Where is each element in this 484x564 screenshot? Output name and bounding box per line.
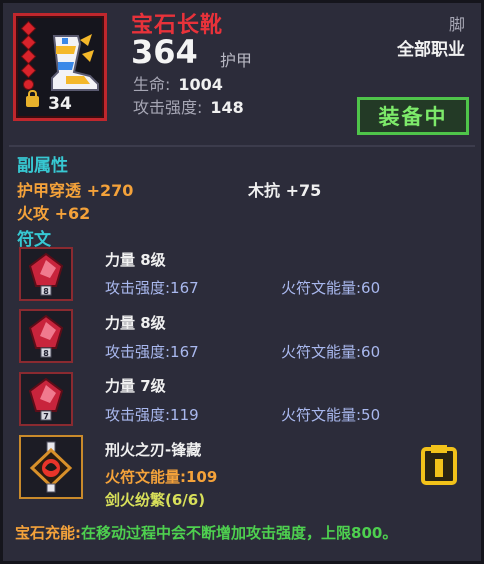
rune-badge: 7 <box>43 412 49 421</box>
rune-energy: 火符文能量:60 <box>281 343 381 361</box>
socket-gem-icon <box>24 80 33 89</box>
clipboard-icon[interactable] <box>421 443 457 485</box>
equip-slot: 脚 <box>448 15 465 34</box>
rune-attack: 攻击强度:167 <box>105 279 199 297</box>
legendary-rune-slot[interactable] <box>19 435 83 499</box>
rune-slot[interactable]: 8 <box>19 309 73 363</box>
rune-attack: 攻击强度:119 <box>105 406 199 424</box>
gem-charge-label: 宝石充能: <box>15 524 81 542</box>
fire-blade-rune-icon <box>29 441 73 493</box>
rune-slot[interactable]: 8 <box>19 247 73 301</box>
rune-badge: 8 <box>43 349 49 358</box>
stat-label: 生命: <box>133 75 171 94</box>
legendary-rune-name: 刑火之刃-锋藏 <box>105 441 202 459</box>
ruby-rune-icon: 8 <box>28 314 64 358</box>
sub-attribute: 木抗 +75 <box>248 181 322 200</box>
gem-charge-text: 在移动过程中会不断增加攻击强度，上限800。 <box>81 524 398 542</box>
rune-slot[interactable]: 7 <box>19 372 73 426</box>
armor-label: 护甲 <box>220 51 253 70</box>
legendary-rune-energy: 火符文能量:109 <box>105 468 218 486</box>
equip-button[interactable]: 装备中 <box>357 97 469 135</box>
sub-attribute: 火攻 +62 <box>17 204 91 223</box>
stat-value: 148 <box>210 98 244 117</box>
gem-charge-description: 宝石充能:在移动过程中会不断增加攻击强度，上限800。 <box>15 522 397 543</box>
stat-hp: 生命: 1004 <box>133 71 223 95</box>
socket-gem-icon <box>22 50 35 63</box>
job-restriction: 全部职业 <box>397 40 465 60</box>
section-sub-attributes: 副属性 <box>17 156 68 176</box>
socket-gem-icon <box>22 22 35 35</box>
rune-energy: 火符文能量:50 <box>281 406 381 424</box>
ruby-rune-icon: 8 <box>28 252 64 296</box>
socket-gem-icon <box>22 64 35 77</box>
socket-gem-icon <box>22 36 35 49</box>
rune-name: 力量 8级 <box>105 314 166 332</box>
armor-value: 364 <box>131 33 198 71</box>
rune-name: 力量 8级 <box>105 251 166 269</box>
rune-badge: 8 <box>43 287 49 296</box>
rune-attack: 攻击强度:167 <box>105 343 199 361</box>
stat-attack: 攻击强度: 148 <box>133 94 244 118</box>
sub-attribute: 护甲穿透 +270 <box>17 181 134 200</box>
item-tooltip-panel: 34 宝石长靴 364 护甲 生命: 1004 攻击强度: 148 脚 全部职业 装… <box>0 0 484 564</box>
rune-energy: 火符文能量:60 <box>281 279 381 297</box>
rune-name: 力量 7级 <box>105 377 166 395</box>
boot-icon <box>51 34 99 91</box>
divider <box>9 145 475 147</box>
item-level: 34 <box>48 94 72 114</box>
item-icon-frame: 34 <box>13 13 107 121</box>
legendary-rune-set: 剑火纷繁(6/6) <box>105 491 206 509</box>
stat-value: 1004 <box>178 75 223 94</box>
stat-label: 攻击强度: <box>133 98 203 117</box>
ruby-rune-icon: 7 <box>28 377 64 421</box>
